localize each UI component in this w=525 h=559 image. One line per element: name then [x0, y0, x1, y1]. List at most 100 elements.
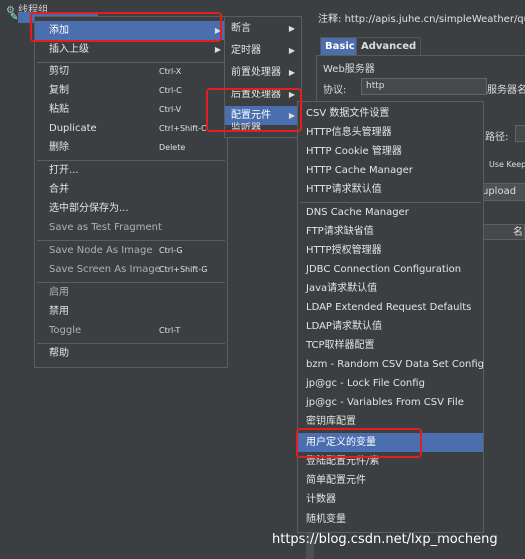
highlight-box-user-defined-variables [296, 428, 422, 458]
config-item-ldap-extended[interactable]: LDAP Extended Request Defaults [298, 298, 483, 317]
menu-item-label: LDAP请求默认值 [306, 321, 382, 332]
config-item-random-variable[interactable]: 随机变量 [298, 510, 483, 529]
menu-item-label: Duplicate [49, 123, 97, 134]
submenu-arrow-icon: ▶ [214, 45, 221, 54]
name-column-label: 名 [513, 227, 523, 238]
path-label: 路径: [485, 132, 509, 143]
config-item-cookie-manager[interactable]: HTTP Cookie 管理器 [298, 142, 483, 161]
config-item-variables-from-csv[interactable]: jp@gc - Variables From CSV File [298, 393, 483, 412]
comment-row: 注释: http://apis.juhe.cn/simpleWeather/qu… [318, 10, 525, 25]
config-item-java-defaults[interactable]: Java请求默认值 [298, 279, 483, 298]
submenu-arrow-icon: ▶ [288, 68, 295, 77]
menu-item-disable[interactable]: 禁用 [35, 302, 227, 321]
menu-item-label: HTTP Cache Manager [306, 165, 413, 176]
menu-item-label: CSV 数据文件设置 [306, 108, 390, 119]
shortcut-text: Ctrl-V [159, 105, 182, 114]
config-item-tcp-sampler[interactable]: TCP取样器配置 [298, 336, 483, 355]
menu-item-toggle[interactable]: Toggle Ctrl-T [35, 321, 227, 340]
tab-advanced[interactable]: Advanced [356, 37, 422, 56]
menu-item-label: jp@gc - Lock File Config [306, 378, 425, 389]
shortcut-text: Ctrl+Shift-G [159, 265, 208, 274]
menu-item-paste[interactable]: 粘贴 Ctrl-V [35, 100, 227, 119]
submenu-item-preprocessor[interactable]: 前置处理器 ▶ [225, 63, 301, 82]
web-server-title: Web服务器 [323, 64, 375, 75]
menu-item-label: Save Screen As Image [49, 264, 161, 275]
menu-item-copy[interactable]: 复制 Ctrl-C [35, 81, 227, 100]
menu-item-label: HTTP授权管理器 [306, 245, 382, 256]
comment-label: 注释: [318, 14, 342, 25]
menu-item-save-selection[interactable]: 选中部分保存为... [35, 199, 227, 218]
config-item-random-csv[interactable]: bzm - Random CSV Data Set Config [298, 355, 484, 374]
menu-item-label: 定时器 [231, 45, 261, 56]
menu-item-delete[interactable]: 删除 Delete [35, 138, 227, 157]
config-item-ldap-defaults[interactable]: LDAP请求默认值 [298, 317, 483, 336]
config-item-simple-config[interactable]: 简单配置元件 [298, 471, 483, 490]
menu-item-merge[interactable]: 合并 [35, 180, 227, 199]
config-item-dns-cache[interactable]: DNS Cache Manager [298, 203, 483, 222]
menu-item-label: TCP取样器配置 [306, 340, 375, 351]
config-item-cache-manager[interactable]: HTTP Cache Manager [298, 161, 483, 180]
config-item-ftp-defaults[interactable]: FTP请求缺省值 [298, 222, 483, 241]
menu-item-label: HTTP Cookie 管理器 [306, 146, 402, 157]
menu-item-label: bzm - Random CSV Data Set Config [306, 359, 484, 370]
menu-item-label: Save as Test Fragment [49, 222, 162, 233]
shortcut-text: Ctrl-C [159, 86, 182, 95]
pencil-icon: ✎ [10, 12, 19, 23]
comment-value[interactable]: http://apis.juhe.cn/simpleWeather/query [345, 14, 525, 25]
config-item-auth-manager[interactable]: HTTP授权管理器 [298, 241, 483, 260]
menu-item-duplicate[interactable]: Duplicate Ctrl+Shift-C [35, 119, 227, 138]
menu-item-label: HTTP请求默认值 [306, 184, 382, 195]
server-name-label: 服务器名 [487, 85, 525, 96]
config-item-lock-file[interactable]: jp@gc - Lock File Config [298, 374, 483, 393]
menu-item-label: 打开... [49, 165, 79, 176]
tab-basic[interactable]: Basic [320, 37, 360, 56]
upload-label: upload [482, 186, 517, 197]
submenu-item-assertion[interactable]: 断言 ▶ [225, 19, 301, 38]
menu-item-label: 复制 [49, 85, 69, 96]
menu-item-label: 计数器 [306, 494, 336, 505]
menu-item-label: 合并 [49, 184, 69, 195]
menu-item-help[interactable]: 帮助 [35, 344, 227, 363]
menu-item-enable[interactable]: 启用 [35, 283, 227, 302]
menu-item-label: JDBC Connection Configuration [306, 264, 462, 275]
menu-item-label: jp@gc - Variables From CSV File [306, 397, 464, 408]
menu-item-label: 剪切 [49, 66, 69, 77]
highlight-box-config-element [206, 88, 302, 132]
menu-item-insert-parent[interactable]: 插入上级 ▶ [35, 40, 227, 59]
menu-item-label: 前置处理器 [231, 67, 281, 78]
protocol-input[interactable]: http [361, 78, 487, 95]
menu-item-label: 断言 [231, 23, 251, 34]
config-item-header-manager[interactable]: HTTP信息头管理器 [298, 123, 483, 142]
submenu-item-timer[interactable]: 定时器 ▶ [225, 41, 301, 60]
menu-item-label: Toggle [49, 325, 82, 336]
shortcut-text: Ctrl+Shift-C [159, 124, 207, 133]
path-input[interactable] [515, 125, 525, 142]
watermark: https://blog.csdn.net/lxp_mocheng [272, 532, 498, 547]
shortcut-text: Ctrl-X [159, 67, 182, 76]
upload-tab[interactable]: upload [481, 183, 525, 201]
name-column-header: 名 [482, 224, 525, 240]
menu-item-cut[interactable]: 剪切 Ctrl-X [35, 62, 227, 81]
keepalive-label[interactable]: Use Keep [489, 160, 525, 169]
menu-item-label: 启用 [49, 287, 69, 298]
menu-item-label: Save Node As Image [49, 245, 153, 256]
config-item-csv-data-set[interactable]: CSV 数据文件设置 [298, 104, 483, 123]
menu-item-save-fragment[interactable]: Save as Test Fragment [35, 218, 227, 237]
menu-item-label: 插入上级 [49, 44, 89, 55]
menu-item-open[interactable]: 打开... [35, 161, 227, 180]
menu-item-label: 密钥库配置 [306, 416, 356, 427]
menu-item-label: 删除 [49, 142, 69, 153]
shortcut-text: Ctrl-G [159, 246, 183, 255]
context-menu: 添加 ▶ 插入上级 ▶ 剪切 Ctrl-X 复制 Ctrl-C 粘贴 Ctrl-V Dup… [34, 16, 228, 368]
menu-item-save-screen-image[interactable]: Save Screen As Image Ctrl+Shift-G [35, 260, 227, 279]
menu-item-label: 粘贴 [49, 104, 69, 115]
menu-item-save-node-image[interactable]: Save Node As Image Ctrl-G [35, 241, 227, 260]
menu-item-label: DNS Cache Manager [306, 207, 409, 218]
shortcut-text: Delete [159, 143, 186, 152]
menu-item-label: LDAP Extended Request Defaults [306, 302, 472, 313]
shortcut-text: Ctrl-T [159, 326, 181, 335]
config-item-http-defaults[interactable]: HTTP请求默认值 [298, 180, 483, 199]
config-item-jdbc[interactable]: JDBC Connection Configuration [298, 260, 483, 279]
highlight-box-add [30, 12, 222, 42]
config-item-counter[interactable]: 计数器 [298, 490, 483, 509]
